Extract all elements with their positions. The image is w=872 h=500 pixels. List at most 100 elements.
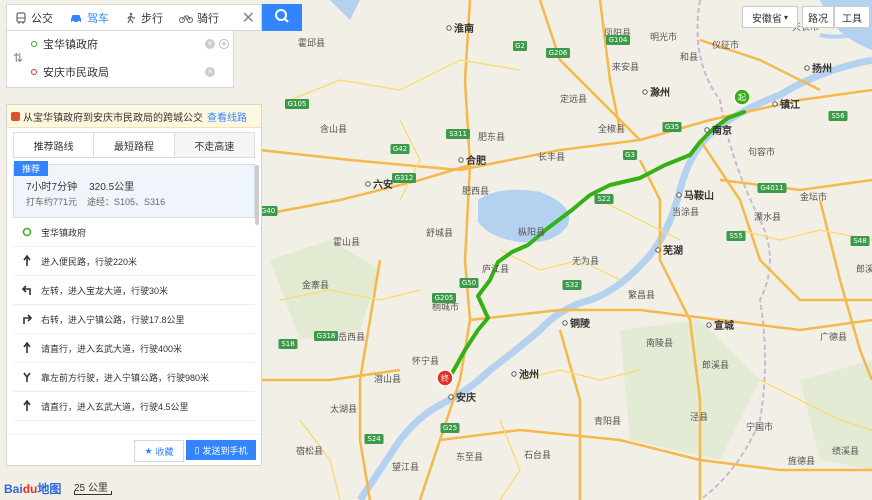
- route-step[interactable]: 进入便民路，行驶220米: [13, 247, 255, 276]
- favorite-button[interactable]: ★ 收藏: [134, 440, 184, 462]
- city-label[interactable]: 池州: [519, 368, 539, 381]
- city-dot: [458, 157, 464, 163]
- origin-field[interactable]: 宝华镇政府 × +: [31, 33, 229, 55]
- town-label: 望江县: [392, 461, 419, 473]
- road-shield-label: G105: [288, 100, 307, 108]
- town-label: 宿松县: [296, 445, 323, 457]
- town-label: 无为县: [572, 255, 599, 267]
- city-label[interactable]: 合肥: [465, 154, 486, 167]
- mode-car-tab[interactable]: 驾车: [61, 5, 117, 30]
- origin-value: 宝华镇政府: [43, 39, 98, 51]
- scrollbar[interactable]: [255, 165, 259, 225]
- road-shield-label: S311: [449, 130, 467, 138]
- road-shield-label: G205: [435, 294, 454, 302]
- search-button[interactable]: [262, 4, 302, 31]
- road-shield-label: S18: [281, 340, 294, 348]
- town-label: 绩溪县: [832, 445, 859, 457]
- bus-badge-icon: [11, 111, 20, 121]
- city-label[interactable]: 镇江: [780, 98, 800, 111]
- route-step-text: 右转，进入宁镇公路，行驶17.8公里: [41, 314, 185, 325]
- destination-field[interactable]: 安庆市民政局 ×: [31, 61, 229, 83]
- start-marker-icon[interactable]: 起: [733, 88, 751, 106]
- favorite-label: 收藏: [155, 446, 174, 457]
- city-label[interactable]: 铜陵: [570, 317, 591, 330]
- taxi-fare: 打车约771元: [26, 197, 78, 207]
- clear-destination-icon[interactable]: ×: [205, 67, 215, 77]
- town-label: 金坛市: [800, 191, 827, 203]
- town-label: 含山县: [320, 123, 347, 135]
- swap-icon[interactable]: ⇅: [13, 51, 23, 65]
- town-label: 当涂县: [672, 206, 699, 218]
- traffic-label: 路况: [808, 13, 828, 25]
- turn-left-icon: [21, 284, 33, 296]
- send-to-phone-button[interactable]: ▯ 发送到手机: [186, 440, 256, 460]
- road-shield-label: G312: [395, 174, 414, 182]
- mode-bike-tab[interactable]: 骑行: [171, 5, 227, 30]
- route-summary: 7小时7分钟 320.5公里: [26, 178, 146, 193]
- city-label[interactable]: 六安: [373, 178, 393, 191]
- route-inputs: ⇅ 宝华镇政府 × + 安庆市民政局 ×: [6, 31, 234, 88]
- city-name: 安徽省: [751, 13, 782, 25]
- city-selector[interactable]: 安徽省 ▾: [742, 6, 798, 28]
- route-step[interactable]: 宝华镇政府: [13, 218, 255, 247]
- add-waypoint-icon[interactable]: +: [219, 39, 229, 49]
- route-step-text: 宝华镇政府: [41, 227, 87, 238]
- mode-walk-tab[interactable]: 步行: [117, 5, 171, 30]
- road-shield-label: G40: [261, 207, 275, 215]
- route-preference-tabs: 推荐路线 最短路程 不走高速: [13, 132, 255, 158]
- svg-text:终: 终: [441, 373, 449, 383]
- city-dot: [804, 65, 810, 71]
- turn-right-icon: [21, 313, 33, 325]
- route-step[interactable]: 请直行，进入玄武大道，行驶400米: [13, 334, 255, 363]
- straight-arrow-icon: [21, 400, 33, 412]
- tab-shortest[interactable]: 最短路程: [94, 133, 175, 157]
- town-label: 石台县: [524, 449, 551, 461]
- route-step[interactable]: 左转，进入宝龙大道，行驶30米: [13, 276, 255, 305]
- route-step[interactable]: 右转，进入宁镇公路，行驶17.8公里: [13, 305, 255, 334]
- city-label[interactable]: 宣城: [714, 319, 734, 332]
- town-label: 广德县: [820, 331, 847, 343]
- city-label[interactable]: 马鞍山: [684, 189, 714, 202]
- route-step[interactable]: 靠左前方行驶，进入宁镇公路，行驶980米: [13, 363, 255, 392]
- town-label: 怀宁县: [412, 355, 439, 367]
- town-label: 和县: [680, 52, 698, 63]
- road-shield-label: G42: [393, 145, 407, 153]
- route-plan-card[interactable]: 推荐 7小时7分钟 320.5公里 打车约771元 途经：S105、S316: [13, 161, 255, 218]
- route-step-text: 请直行，进入玄武大道，行驶400米: [41, 343, 183, 354]
- city-label[interactable]: 淮南: [454, 22, 474, 35]
- road-shield-label: G3: [625, 151, 635, 159]
- city-label[interactable]: 扬州: [812, 62, 832, 75]
- town-label: 岳西县: [338, 331, 365, 343]
- route-via: 途经：S105、S316: [87, 197, 166, 207]
- view-lines-link[interactable]: 查看线路: [207, 109, 247, 124]
- city-label[interactable]: 滁州: [650, 86, 670, 99]
- road-shield-label: G25: [443, 424, 457, 432]
- town-label: 郎溪县: [702, 359, 729, 371]
- tab-recommended[interactable]: 推荐路线: [14, 133, 95, 157]
- road-shield-label: G4011: [760, 184, 783, 192]
- city-label[interactable]: 安庆: [456, 391, 476, 404]
- tools-button[interactable]: 工具: [834, 6, 870, 28]
- mode-bus-label: 公交: [31, 12, 53, 25]
- route-step-text: 左转，进入宝龙大道，行驶30米: [41, 285, 169, 296]
- close-icon[interactable]: ✕: [242, 8, 255, 28]
- tab-no-highway[interactable]: 不走高速: [174, 133, 254, 157]
- town-label: 全椒县: [598, 123, 625, 135]
- chevron-down-icon: ▾: [783, 12, 788, 22]
- route-step-text: 请直行，进入玄武大道，行驶4.5公里: [41, 401, 189, 412]
- phone-icon: ▯: [194, 444, 200, 455]
- end-marker-icon[interactable]: 终: [436, 369, 454, 387]
- city-dot: [365, 181, 371, 187]
- route-step[interactable]: 请直行，进入玄武大道，行驶4.5公里: [13, 392, 255, 421]
- search-icon: [274, 8, 290, 27]
- city-dot: [511, 371, 517, 377]
- city-label[interactable]: 南京: [712, 124, 732, 137]
- clear-origin-icon[interactable]: ×: [205, 39, 215, 49]
- route-result-panel: 从宝华镇政府到安庆市民政局的跨城公交 查看线路 推荐路线 最短路程 不走高速 推…: [6, 104, 262, 466]
- city-label[interactable]: 芜湖: [663, 244, 683, 257]
- traffic-button[interactable]: 路况: [802, 6, 834, 28]
- town-label: 来安县: [612, 61, 639, 73]
- road-shield-label: S48: [853, 237, 866, 245]
- town-label: 定远县: [560, 93, 587, 105]
- mode-bus-tab[interactable]: 公交: [7, 5, 61, 30]
